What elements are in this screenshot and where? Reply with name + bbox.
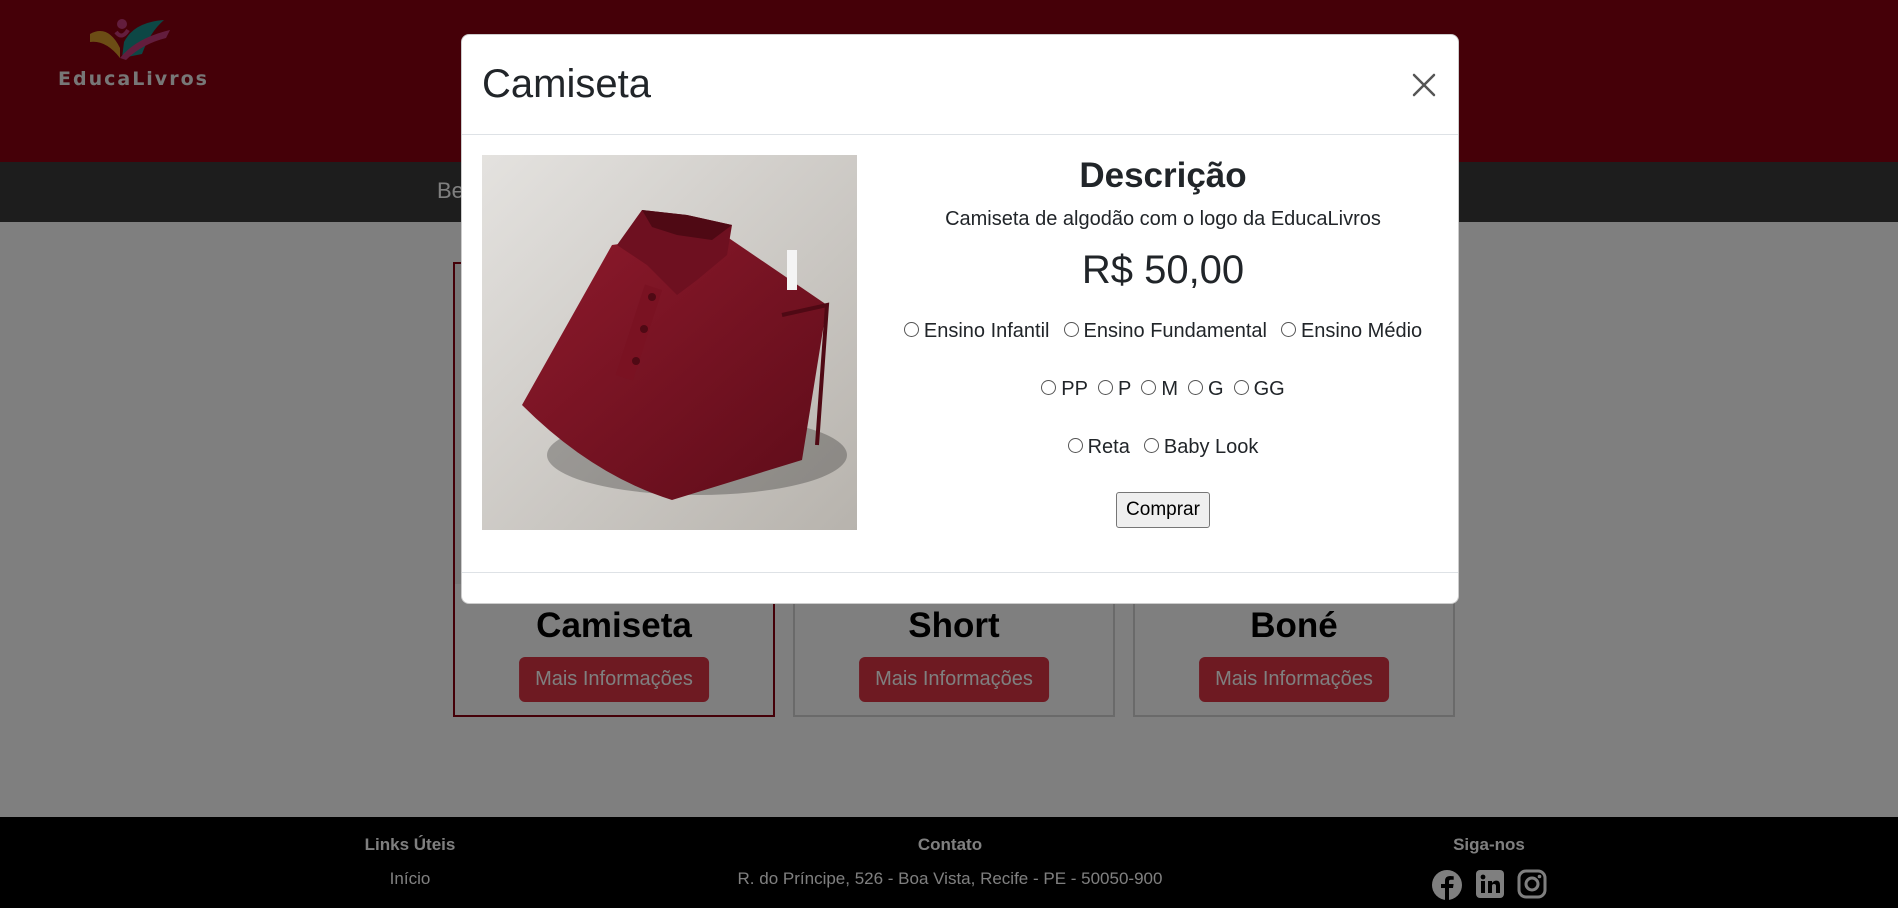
- fit-option[interactable]: Baby Look: [1143, 436, 1258, 459]
- modal-header: Camiseta: [462, 35, 1458, 135]
- size-option[interactable]: P: [1097, 378, 1131, 401]
- level-options: Ensino Infantil Ensino Fundamental Ensin…: [882, 320, 1444, 343]
- fit-options: Reta Baby Look: [882, 436, 1444, 459]
- size-option[interactable]: PP: [1041, 378, 1088, 401]
- close-icon: [1412, 73, 1436, 97]
- radio-button[interactable]: [1097, 380, 1113, 395]
- product-details: Descrição Camiseta de algodão com o logo…: [882, 155, 1444, 528]
- radio-button[interactable]: [1063, 322, 1079, 337]
- price: R$ 50,00: [1081, 248, 1245, 292]
- size-options: PP P M G GG: [882, 378, 1444, 401]
- size-option[interactable]: M: [1141, 378, 1178, 401]
- polo-shirt-image: [482, 155, 857, 530]
- description-text: Camiseta de algodão com o logo da EducaL…: [945, 208, 1381, 230]
- close-button[interactable]: [1408, 69, 1440, 101]
- level-option[interactable]: Ensino Infantil: [903, 320, 1050, 343]
- buy-button[interactable]: Comprar: [1116, 492, 1210, 528]
- modal-title: Camiseta: [482, 62, 651, 106]
- radio-button[interactable]: [1143, 438, 1159, 453]
- level-option[interactable]: Ensino Médio: [1280, 320, 1422, 343]
- radio-button[interactable]: [1280, 322, 1296, 337]
- size-option[interactable]: GG: [1233, 378, 1285, 401]
- level-option[interactable]: Ensino Fundamental: [1063, 320, 1267, 343]
- fit-option[interactable]: Reta: [1067, 436, 1130, 459]
- radio-button[interactable]: [1188, 380, 1203, 395]
- size-option[interactable]: G: [1188, 378, 1224, 401]
- product-modal: Camiseta Descrição Camiseta de algodão c…: [461, 34, 1459, 604]
- product-photo: [482, 155, 857, 530]
- description-title: Descrição: [1079, 156, 1247, 195]
- radio-button[interactable]: [1141, 380, 1157, 395]
- radio-button[interactable]: [1041, 380, 1057, 395]
- radio-button[interactable]: [1067, 438, 1083, 453]
- modal-body: Descrição Camiseta de algodão com o logo…: [462, 135, 1458, 573]
- radio-button[interactable]: [903, 322, 919, 337]
- radio-button[interactable]: [1233, 380, 1249, 395]
